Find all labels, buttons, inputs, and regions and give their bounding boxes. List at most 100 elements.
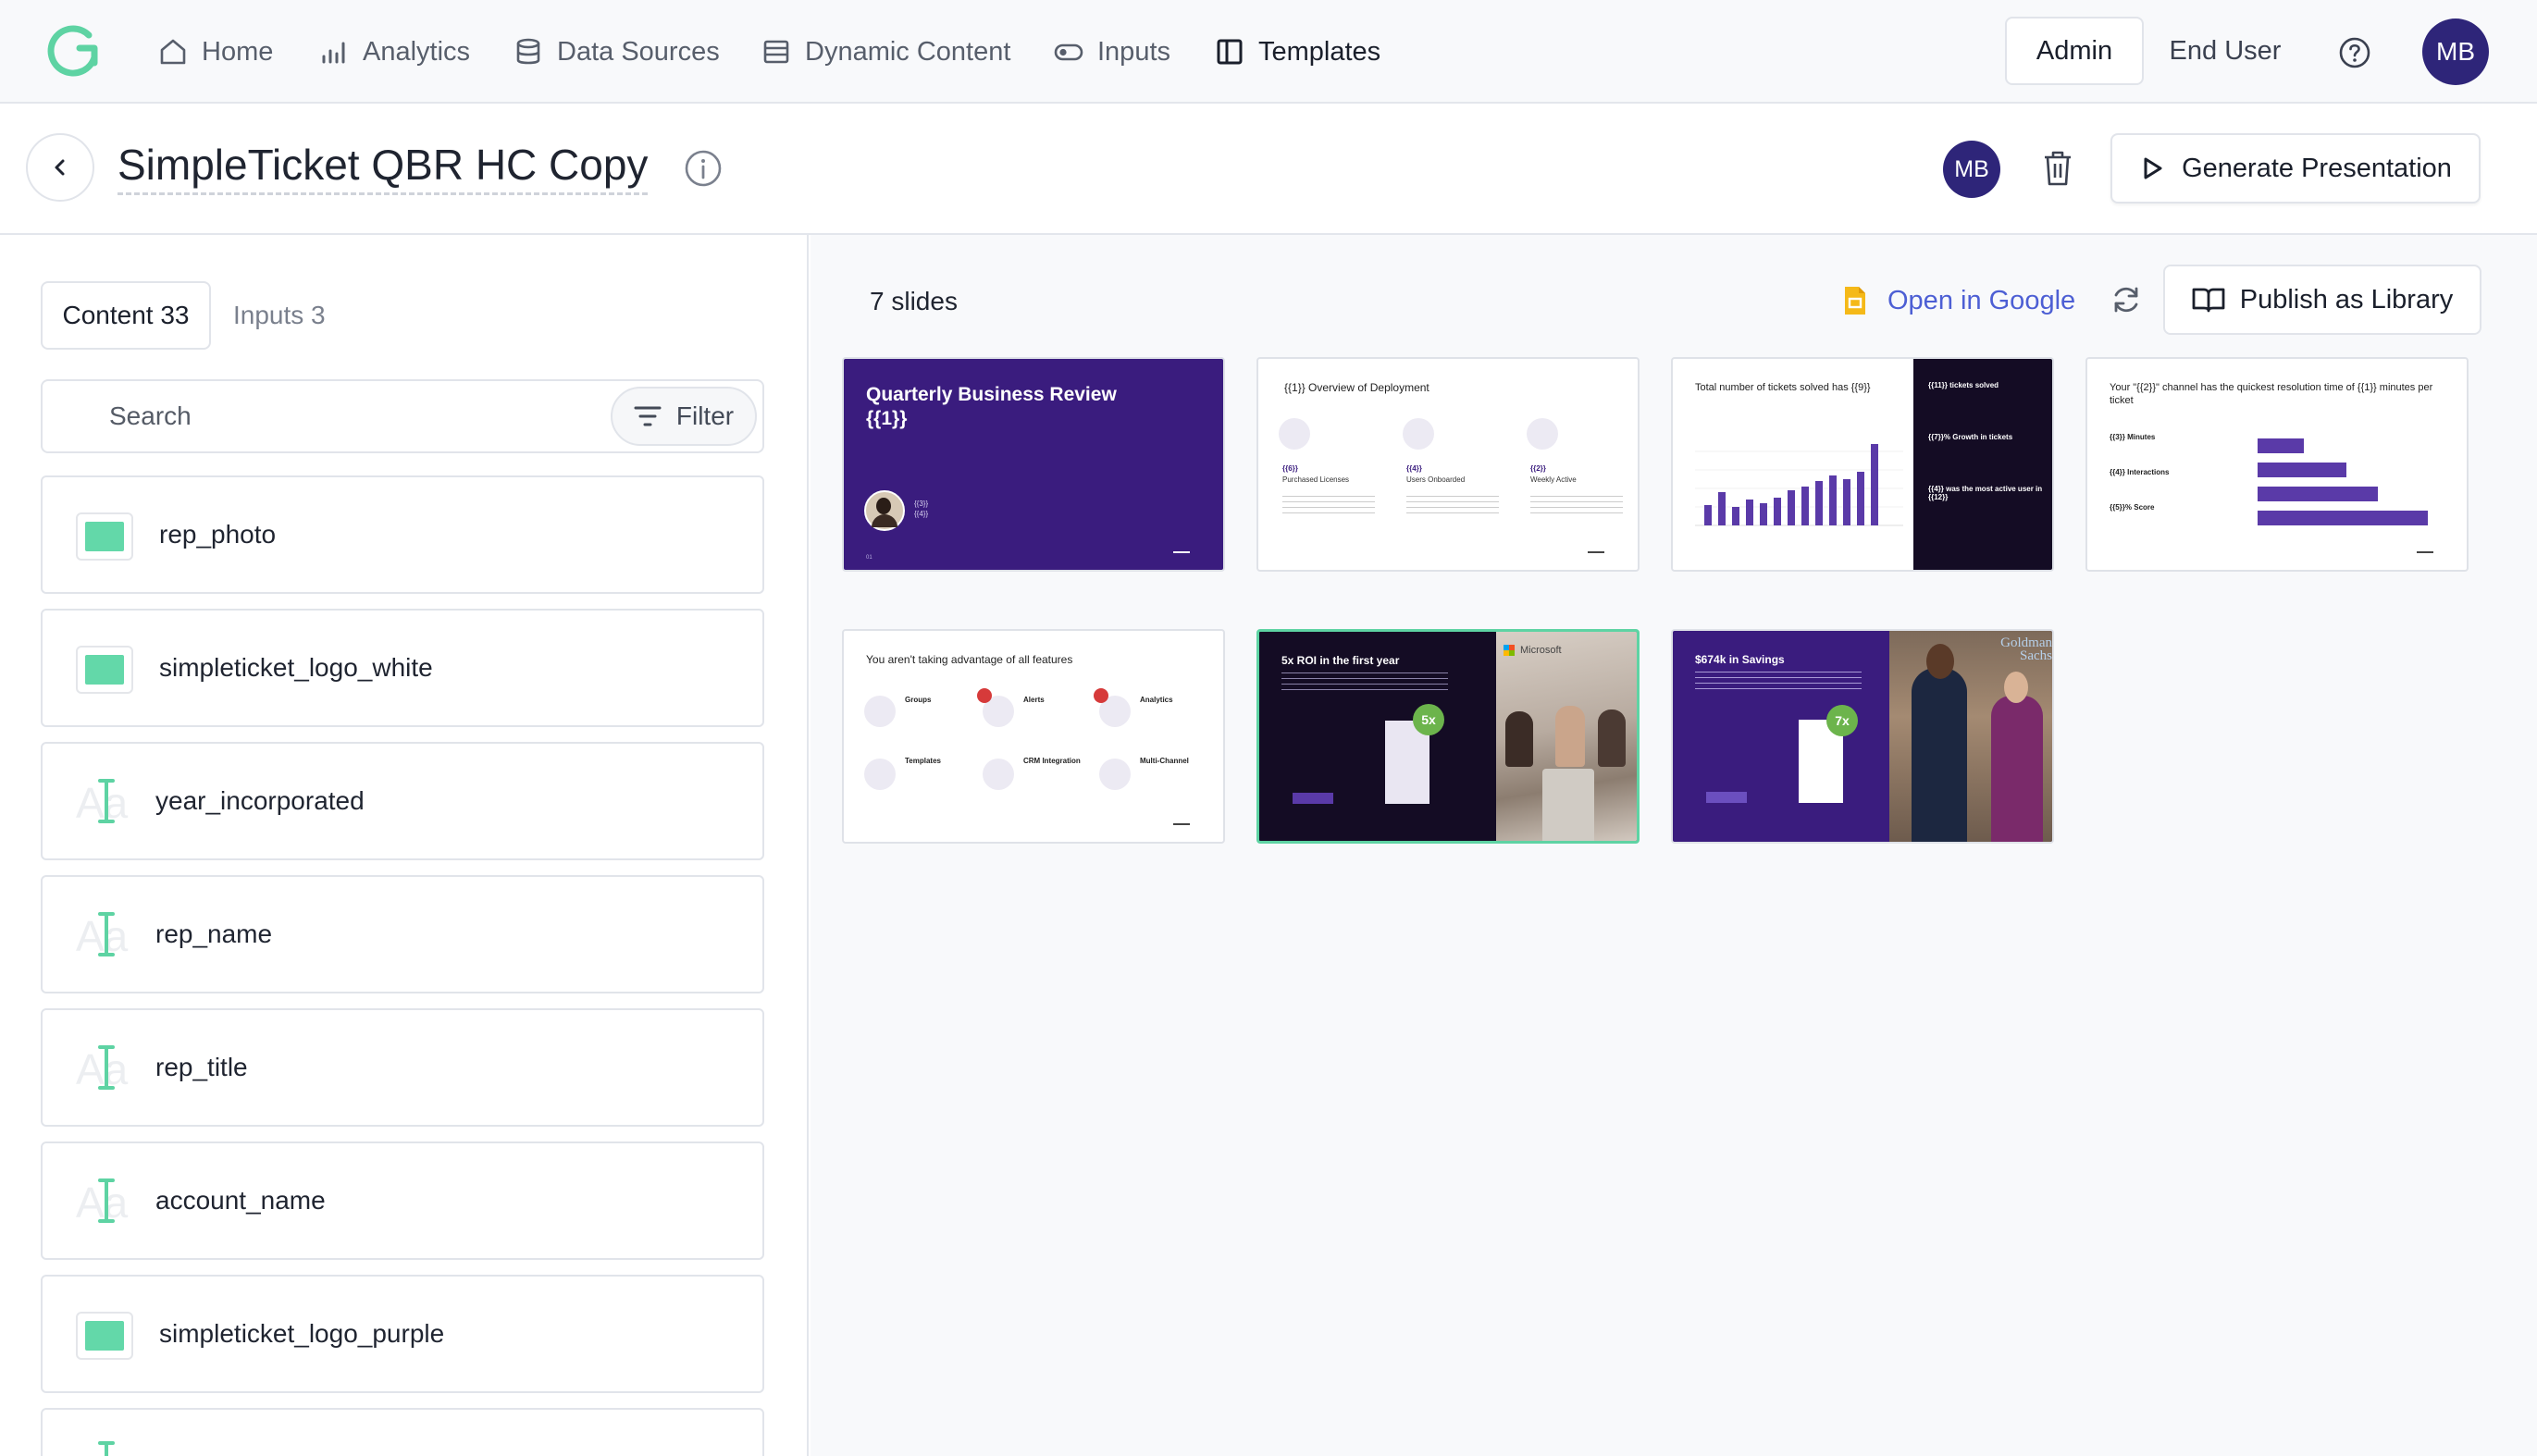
nav-data-sources[interactable]: Data Sources (513, 28, 720, 76)
slide-2-c2-label: Users Onboarded (1406, 475, 1466, 484)
slide-2-body-text (1282, 496, 1375, 514)
slide-thumbnail-5[interactable]: You aren't taking advantage of all featu… (842, 629, 1225, 844)
slide-thumbnail-7[interactable]: $674k in Savings 7x Goldman Sachs (1671, 629, 2054, 844)
back-button[interactable] (26, 133, 94, 202)
slide-2-logo (1588, 551, 1604, 562)
toggle-icon (1054, 43, 1083, 61)
slide-count: 7 slides (870, 287, 958, 315)
slide-4-logo (2417, 551, 2433, 562)
slide-4-m1: {{3}} Minutes (2110, 433, 2156, 441)
page-title[interactable]: SimpleTicket QBR HC Copy (118, 139, 649, 195)
slide-7-investment-bar (1706, 792, 1747, 803)
slide-thumbnail-2[interactable]: {{1}} Overview of Deployment {{6}} Purch… (1256, 357, 1640, 572)
slide-thumbnail-4[interactable]: Your "{{2}}" channel has the quickest re… (2085, 357, 2469, 572)
info-icon[interactable] (683, 148, 724, 189)
slide-6-badge: 5x (1413, 704, 1444, 735)
slide-5-title: You aren't taking advantage of all featu… (866, 653, 1073, 666)
groups-icon (864, 696, 896, 727)
content-item-year-incorporated[interactable]: Aa year_incorporated (41, 742, 764, 860)
search-box[interactable]: Search Filter (41, 379, 764, 453)
dynamic-content-icon (763, 40, 789, 64)
slide-3-side-panel: {{11}} tickets solved {{7}}% Growth in t… (1913, 359, 2052, 570)
tab-inputs[interactable]: Inputs 3 (233, 281, 326, 350)
slide-5-f1: Groups (905, 696, 932, 704)
slide-5-f4: Templates (905, 757, 941, 765)
content-item-partial[interactable] (41, 1408, 764, 1456)
slide-1-line2: {{4}} (914, 510, 929, 518)
trash-icon[interactable] (2039, 148, 2076, 189)
slide-4-m3: {{5}}% Score (2110, 503, 2155, 512)
slide-thumbnail-1[interactable]: Quarterly Business Review {{1}} {{3}} {{… (842, 357, 1225, 572)
refresh-icon[interactable] (2110, 283, 2143, 316)
slide-2-c3-value: {{2}} (1530, 464, 1546, 473)
person-head (1926, 644, 1954, 679)
slide-2-title: {{1}} Overview of Deployment (1284, 381, 1429, 394)
collaborator-avatar[interactable]: MB (1943, 141, 2000, 198)
content-item-rep-photo[interactable]: rep_photo (41, 475, 764, 594)
nav-analytics-label: Analytics (363, 36, 471, 67)
slide-2-c1-label: Purchased Licenses (1282, 475, 1350, 484)
nav-analytics[interactable]: Analytics (318, 28, 470, 76)
generate-presentation-label: Generate Presentation (2182, 153, 2452, 183)
admin-button[interactable]: Admin (2005, 17, 2144, 85)
content-item-label: simpleticket_logo_purple (159, 1319, 445, 1348)
content-item-label: rep_name (155, 919, 273, 948)
nav-dynamic-content[interactable]: Dynamic Content (761, 28, 1010, 76)
slides-panel: 7 slides Open in Google Publish as Libra… (811, 235, 2537, 1456)
publish-as-library-label: Publish as Library (2239, 284, 2454, 315)
content-item-rep-name[interactable]: Aa rep_name (41, 875, 764, 993)
open-in-google-link[interactable]: Open in Google (1843, 285, 2075, 316)
content-item-account-name[interactable]: Aa account_name (41, 1141, 764, 1260)
slide-2-body-text (1406, 496, 1499, 514)
slide-5-f2: Alerts (1023, 696, 1045, 704)
end-user-button[interactable]: End User (2156, 17, 2295, 85)
nav-inputs[interactable]: Inputs (1053, 28, 1170, 76)
nav-dynamic-content-label: Dynamic Content (805, 36, 1011, 67)
content-item-rep-title[interactable]: Aa rep_title (41, 1008, 764, 1127)
tab-content[interactable]: Content 33 (41, 281, 211, 350)
database-icon (516, 38, 540, 65)
play-icon (2144, 157, 2162, 179)
text-variable-icon (98, 1441, 115, 1456)
slide-5-f6: Multi-Channel (1140, 757, 1189, 765)
slide-2-c1-value: {{6}} (1282, 464, 1298, 473)
disabled-badge-icon (1094, 688, 1108, 703)
help-icon[interactable] (2337, 35, 2372, 70)
user-avatar[interactable]: MB (2422, 19, 2489, 85)
nav-templates[interactable]: Templates (1214, 28, 1380, 76)
content-item-label: rep_title (155, 1053, 248, 1081)
nav-home[interactable]: Home (157, 28, 273, 76)
key-icon (1279, 418, 1310, 450)
open-in-google-label: Open in Google (1887, 285, 2076, 315)
chevron-left-icon (55, 159, 65, 176)
slide-7-brand: Goldman Sachs (2000, 635, 2052, 663)
slide-3-r1: {{11}} tickets solved (1928, 381, 1999, 389)
content-item-label: simpleticket_logo_white (159, 653, 433, 682)
content-item-label: account_name (155, 1186, 326, 1215)
slide-2-c3-label: Weekly Active (1530, 475, 1577, 484)
slide-7-photo: Goldman Sachs (1889, 631, 2052, 842)
slide-thumbnail-6[interactable]: 5x ROI in the first year 5x Microsoft (1256, 629, 1640, 844)
slide-3-bar-chart (1695, 444, 1903, 526)
person-silhouette (1598, 709, 1626, 767)
search-input[interactable]: Search (109, 401, 192, 431)
content-item-label: year_incorporated (155, 786, 365, 815)
nav-inputs-label: Inputs (1097, 36, 1170, 67)
content-item-simpleticket-logo-white[interactable]: simpleticket_logo_white (41, 609, 764, 727)
user-icon (1527, 418, 1558, 450)
slide-2-body-text (1530, 496, 1623, 514)
publish-as-library-button[interactable]: Publish as Library (2163, 265, 2481, 335)
app-logo-icon[interactable] (43, 20, 104, 81)
slide-4-title: Your "{{2}}" channel has the quickest re… (2110, 382, 2433, 406)
content-item-simpleticket-logo-purple[interactable]: simpleticket_logo_purple (41, 1275, 764, 1393)
slide-thumbnail-3[interactable]: Total number of tickets solved has {{9}}… (1671, 357, 2054, 572)
google-slides-icon (1845, 287, 1865, 315)
slide-1-title: Quarterly Business Review {{1}} (866, 384, 1117, 429)
slide-7-body-text (1695, 672, 1862, 694)
generate-presentation-button[interactable]: Generate Presentation (2110, 133, 2481, 204)
filter-button[interactable]: Filter (611, 387, 757, 446)
content-panel: Content 33 Inputs 3 Search Filter rep_ph… (0, 235, 809, 1456)
top-navigation: Home Analytics Data Sources Dynamic Cont… (0, 0, 2537, 104)
cloud-icon (983, 759, 1014, 790)
nav-data-sources-label: Data Sources (557, 36, 720, 67)
